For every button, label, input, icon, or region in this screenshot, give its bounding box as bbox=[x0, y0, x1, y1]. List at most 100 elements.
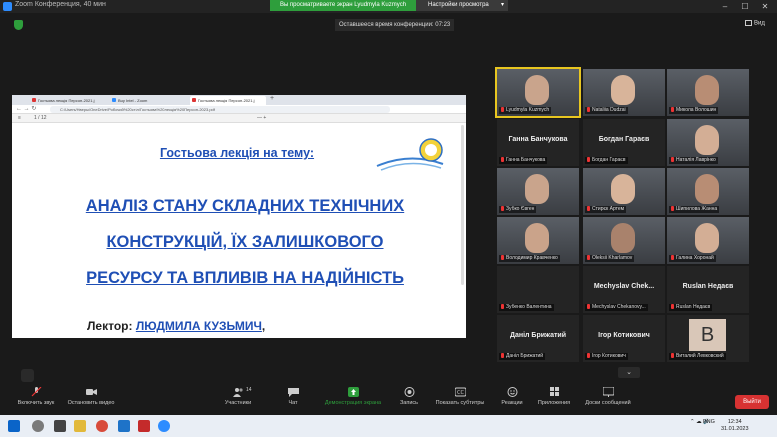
reactions-button[interactable]: Реакции bbox=[498, 387, 526, 406]
participant-name-label: Lyudmyla Kuzmych bbox=[499, 107, 552, 114]
participant-tile[interactable]: Зубенко Валентина bbox=[497, 266, 579, 313]
participant-tile[interactable]: Зубко Євген bbox=[497, 168, 579, 215]
participant-tile[interactable]: Володимир Кравченко bbox=[497, 217, 579, 264]
participant-tile[interactable]: Ігор Котикович Ігор Котикович bbox=[583, 315, 665, 362]
annotate-icon[interactable] bbox=[21, 369, 34, 382]
record-button[interactable]: Запись bbox=[396, 387, 422, 406]
lecturer-name: ЛЮДМИЛА КУЗЬМИЧ bbox=[135, 319, 262, 333]
new-tab-icon[interactable]: + bbox=[270, 95, 274, 102]
participant-tile[interactable]: Шипилова Жанна bbox=[667, 168, 749, 215]
participant-name-label: Даніл Брижатий bbox=[499, 353, 546, 360]
chat-label: Чат bbox=[288, 400, 298, 406]
minimize-button[interactable]: – bbox=[715, 0, 735, 13]
participant-display-name: Ігор Котикович bbox=[598, 332, 650, 339]
participant-name-label: Микола Волошин bbox=[669, 107, 719, 114]
participant-tile[interactable]: B Виталий Левковский bbox=[667, 315, 749, 362]
address-field[interactable]: C:/Users/Нверы/OneDrive/Робочий%20стіл/Г… bbox=[50, 106, 390, 113]
chat-button[interactable]: Чат bbox=[282, 387, 304, 406]
captions-label: Показать субтитры bbox=[435, 400, 485, 406]
participant-display-name: Ганна Банчукова bbox=[508, 136, 568, 143]
participant-tile[interactable]: Nataliia Dudzai bbox=[583, 69, 665, 116]
meeting-toolbar: Включить звук Остановить видео Участники… bbox=[0, 383, 777, 415]
chevron-down-icon: ▾ bbox=[500, 2, 504, 8]
viewing-banner: Вы просматриваете экран Lyudmyla Kuzmych bbox=[270, 0, 416, 11]
svg-text:CC: CC bbox=[457, 390, 464, 396]
participant-tile[interactable]: Наталія Лаврінко bbox=[667, 119, 749, 166]
window-titlebar: Zoom Конференция, 40 мин Вы просматривае… bbox=[0, 0, 777, 13]
participant-face bbox=[695, 223, 719, 253]
participant-tile[interactable]: Lyudmyla Kuzmych bbox=[495, 67, 581, 118]
participant-tile[interactable]: Даніл Брижатий Даніл Брижатий bbox=[497, 315, 579, 362]
mic-muted-icon bbox=[671, 255, 674, 261]
browser-tab-active[interactable]: Гостьова лекція Персон-2021.j bbox=[190, 96, 266, 105]
meeting-topbar: Оставшееся время конференции: 07:23 Вид bbox=[0, 13, 777, 37]
mic-muted-icon bbox=[587, 304, 590, 310]
chrome-icon[interactable] bbox=[96, 420, 108, 432]
nav-arrows-icon[interactable]: ← → ↻ bbox=[16, 105, 36, 112]
participant-tile[interactable]: Стирєк Артем bbox=[583, 168, 665, 215]
security-shield-icon[interactable] bbox=[14, 20, 23, 30]
pdf-scrollbar[interactable] bbox=[461, 125, 464, 285]
share-screen-button[interactable]: Демонстрация экрана bbox=[320, 387, 386, 406]
participant-name: Стирєк Артем bbox=[592, 206, 625, 212]
language-indicator[interactable]: ENG bbox=[703, 419, 715, 425]
remaining-time: Оставшееся время конференции: 07:23 bbox=[335, 19, 455, 31]
word-icon[interactable] bbox=[118, 420, 130, 432]
pdf-reader-icon[interactable] bbox=[138, 420, 150, 432]
mic-muted-icon bbox=[587, 157, 590, 163]
captions-button[interactable]: CC Показать субтитры bbox=[430, 387, 490, 406]
zoom-controls-icon[interactable]: — + bbox=[257, 115, 266, 121]
menu-icon[interactable]: ≡ bbox=[18, 115, 21, 121]
browser-tab[interactable]: Гостьова лекція Персон-2021.j bbox=[30, 96, 96, 105]
zoom-taskbar-icon[interactable] bbox=[158, 420, 170, 432]
browser-addressbar-row: ← → ↻ C:/Users/Нверы/OneDrive/Робочий%20… bbox=[12, 105, 466, 114]
maximize-button[interactable]: ☐ bbox=[735, 0, 755, 13]
mute-button[interactable]: Включить звук bbox=[13, 387, 59, 406]
view-button[interactable]: Вид bbox=[745, 20, 765, 27]
participant-name: Володимир Кравченко bbox=[506, 255, 558, 261]
participant-tile[interactable]: Mechyslav Chek... Mechyslav Chekanovy... bbox=[583, 266, 665, 313]
stop-video-button[interactable]: Остановить видео bbox=[63, 387, 119, 406]
apps-button[interactable]: Приложения bbox=[534, 387, 574, 406]
mic-muted-icon bbox=[671, 304, 674, 310]
page-info[interactable]: 1 / 12 bbox=[34, 115, 47, 121]
browser-tab[interactable]: Buy Intel - Zoom bbox=[110, 96, 176, 105]
leave-button[interactable]: Выйти bbox=[735, 395, 769, 409]
participant-tile[interactable]: Микола Волошин bbox=[667, 69, 749, 116]
participant-name: Виталий Левковский bbox=[676, 353, 724, 359]
participant-name: Ганна Банчукова bbox=[506, 157, 546, 163]
participant-tile[interactable]: Галина Хоронай bbox=[667, 217, 749, 264]
participants-icon bbox=[232, 388, 243, 397]
participant-avatar: B bbox=[689, 319, 726, 351]
participant-tile[interactable]: Ганна Банчукова Ганна Банчукова bbox=[497, 119, 579, 166]
record-icon bbox=[404, 387, 414, 397]
share-screen-label: Демонстрация экрана bbox=[324, 400, 382, 406]
camera-icon bbox=[85, 389, 97, 395]
search-icon[interactable] bbox=[32, 420, 44, 432]
explorer-icon[interactable] bbox=[74, 420, 86, 432]
participant-display-name: Даніл Брижатий bbox=[509, 332, 567, 339]
task-view-icon[interactable] bbox=[54, 420, 66, 432]
gallery-next-page-button[interactable]: ⌄ bbox=[618, 367, 640, 378]
participant-name: Галина Хоронай bbox=[676, 255, 714, 261]
clock[interactable]: 12:34 31.01.2023 bbox=[721, 419, 749, 433]
participant-tile[interactable]: Богдан Гараєв Богдан Гараєв bbox=[583, 119, 665, 166]
windows-taskbar: ⌃ ☁ 🔊 ENG 12:34 31.01.2023 bbox=[0, 415, 777, 437]
pdf-icon bbox=[32, 98, 36, 102]
whiteboards-button[interactable]: Доски сообщений bbox=[580, 387, 636, 406]
participant-name: Богдан Гараєв bbox=[592, 157, 626, 163]
mic-muted-icon bbox=[671, 157, 674, 163]
start-icon[interactable] bbox=[8, 420, 20, 432]
clock-time: 12:34 bbox=[727, 419, 742, 425]
participant-name: Микола Волошин bbox=[676, 107, 717, 113]
participant-display-name: Mechyslav Chek... bbox=[593, 283, 655, 290]
pdf-toolbar: ≡ 1 / 12 — + bbox=[12, 114, 466, 123]
participant-face bbox=[695, 75, 719, 105]
view-options-button[interactable]: Настройки просмотра ▾ bbox=[416, 0, 508, 11]
close-button[interactable]: ✕ bbox=[755, 0, 775, 13]
mic-muted-icon bbox=[501, 255, 504, 261]
participant-tile[interactable]: Oleksii Kharlamov bbox=[583, 217, 665, 264]
participant-tile[interactable]: Ruslan Недаєв Ruslan Недаєв bbox=[667, 266, 749, 313]
browser-tabbar: Гостьова лекція Персон-2021.j Buy Intel … bbox=[12, 95, 466, 105]
participant-face bbox=[695, 174, 719, 204]
